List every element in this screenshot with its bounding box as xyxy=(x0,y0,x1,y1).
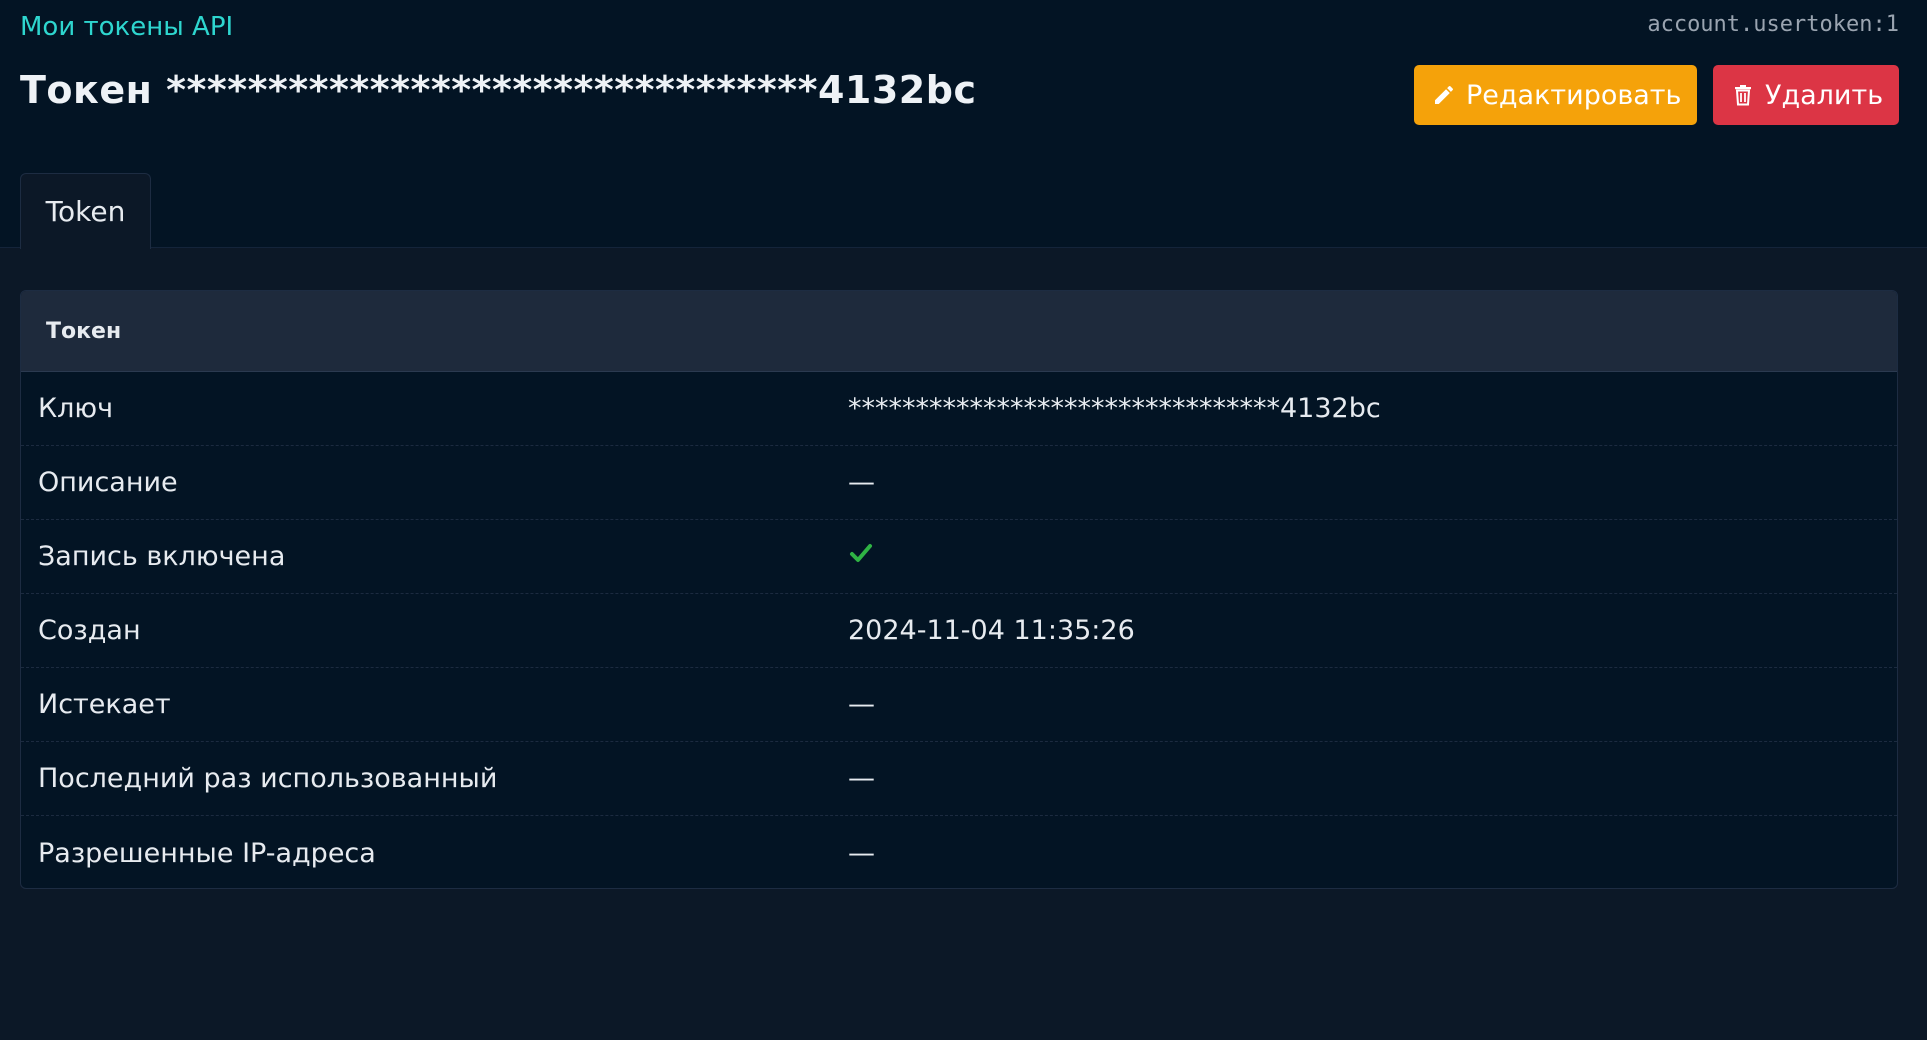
breadcrumb-my-api-tokens[interactable]: Мои токены API xyxy=(20,12,233,42)
detail-label: Истекает xyxy=(38,689,171,720)
delete-button-label: Удалить xyxy=(1765,79,1884,111)
token-details-card: Токен Ключ *****************************… xyxy=(20,290,1898,889)
check-icon xyxy=(848,540,874,566)
detail-row-allowed-ips: Разрешенные IP-адреса — xyxy=(21,816,1897,888)
object-identifier: account.usertoken:1 xyxy=(1647,12,1899,37)
delete-button[interactable]: Удалить xyxy=(1713,65,1899,125)
detail-value-enabled xyxy=(848,540,874,573)
card-title: Токен xyxy=(21,291,1897,372)
tab-token[interactable]: Token xyxy=(20,173,151,249)
detail-value-description: — xyxy=(848,467,875,498)
detail-row-description: Описание — xyxy=(21,446,1897,520)
detail-row-key: Ключ ********************************413… xyxy=(21,372,1897,446)
detail-label: Разрешенные IP-адреса xyxy=(38,837,376,869)
pencil-icon xyxy=(1432,83,1456,107)
detail-value-expires: — xyxy=(848,689,875,720)
edit-button-label: Редактировать xyxy=(1466,79,1682,111)
detail-label: Создан xyxy=(38,615,141,646)
detail-label: Описание xyxy=(38,467,178,498)
detail-value-allowed-ips: — xyxy=(848,837,875,869)
detail-row-last-used: Последний раз использованный — xyxy=(21,742,1897,816)
detail-row-created: Создан 2024-11-04 11:35:26 xyxy=(21,594,1897,668)
detail-label: Запись включена xyxy=(38,541,286,572)
detail-row-expires: Истекает — xyxy=(21,668,1897,742)
page-header: Мои токены API account.usertoken:1 Токен… xyxy=(0,0,1927,249)
page-title: Токен ********************************41… xyxy=(20,68,977,112)
detail-value-key: ********************************4132bc xyxy=(848,393,1381,424)
edit-button[interactable]: Редактировать xyxy=(1414,65,1697,125)
detail-label: Последний раз использованный xyxy=(38,763,498,794)
detail-value-last-used: — xyxy=(848,763,875,794)
trash-icon xyxy=(1731,83,1755,107)
detail-row-enabled: Запись включена xyxy=(21,520,1897,594)
detail-label: Ключ xyxy=(38,393,114,424)
detail-value-created: 2024-11-04 11:35:26 xyxy=(848,615,1135,646)
